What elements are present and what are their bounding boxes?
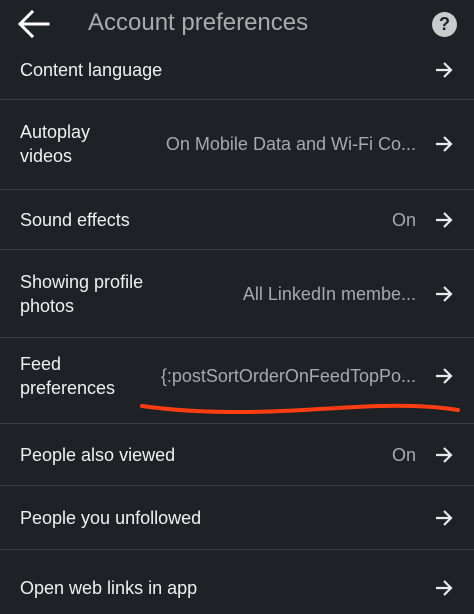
question-circle-icon[interactable]: ? — [432, 12, 457, 37]
row-people-also-viewed[interactable]: People also viewed On — [0, 424, 474, 486]
arrow-right-icon — [433, 507, 455, 529]
row-label: Open web links in app — [20, 578, 198, 598]
page-title: Account preferences — [88, 9, 309, 36]
row-label-line2: photos — [20, 296, 75, 316]
row-open-web-links[interactable]: Open web links in app — [0, 550, 474, 614]
row-value: On — [391, 445, 416, 465]
arrow-right-icon — [433, 577, 455, 599]
row-label-line1: Showing profile — [20, 272, 144, 292]
row-label-line1: Autoplay — [20, 122, 91, 142]
row-people-you-unfollowed[interactable]: People you unfollowed — [0, 486, 474, 550]
row-autoplay-videos[interactable]: Autoplay videos On Mobile Data and Wi-Fi… — [0, 100, 474, 190]
row-showing-profile-photos[interactable]: Showing profile photos All LinkedIn memb… — [0, 250, 474, 338]
arrow-right-icon — [433, 444, 455, 466]
arrow-right-icon — [433, 59, 455, 81]
row-feed-preferences[interactable]: Feed preferences {:postSortOrderOnFeedTo… — [0, 338, 474, 424]
arrow-right-icon — [433, 365, 455, 387]
row-content-language[interactable]: Content language — [0, 42, 474, 100]
arrow-right-icon — [433, 209, 455, 231]
row-label-line2: videos — [20, 146, 73, 166]
row-label: People also viewed — [20, 445, 176, 465]
row-value: All LinkedIn membe... — [242, 284, 416, 304]
row-label: People you unfollowed — [20, 508, 202, 528]
preferences-list: Content language Autoplay videos On Mobi… — [0, 42, 474, 614]
row-value: On — [391, 210, 416, 230]
arrow-right-icon — [433, 133, 455, 155]
row-value: On Mobile Data and Wi-Fi Co... — [165, 134, 416, 154]
row-value: {:postSortOrderOnFeedTopPo... — [160, 366, 416, 386]
arrow-right-icon — [433, 283, 455, 305]
row-label-line2: preferences — [20, 378, 116, 398]
row-label-line1: Feed — [20, 354, 62, 374]
row-sound-effects[interactable]: Sound effects On — [0, 190, 474, 250]
row-label: Content language — [20, 60, 163, 80]
row-label: Sound effects — [20, 210, 130, 230]
arrow-left-icon — [17, 9, 50, 39]
back-button[interactable] — [14, 6, 52, 42]
